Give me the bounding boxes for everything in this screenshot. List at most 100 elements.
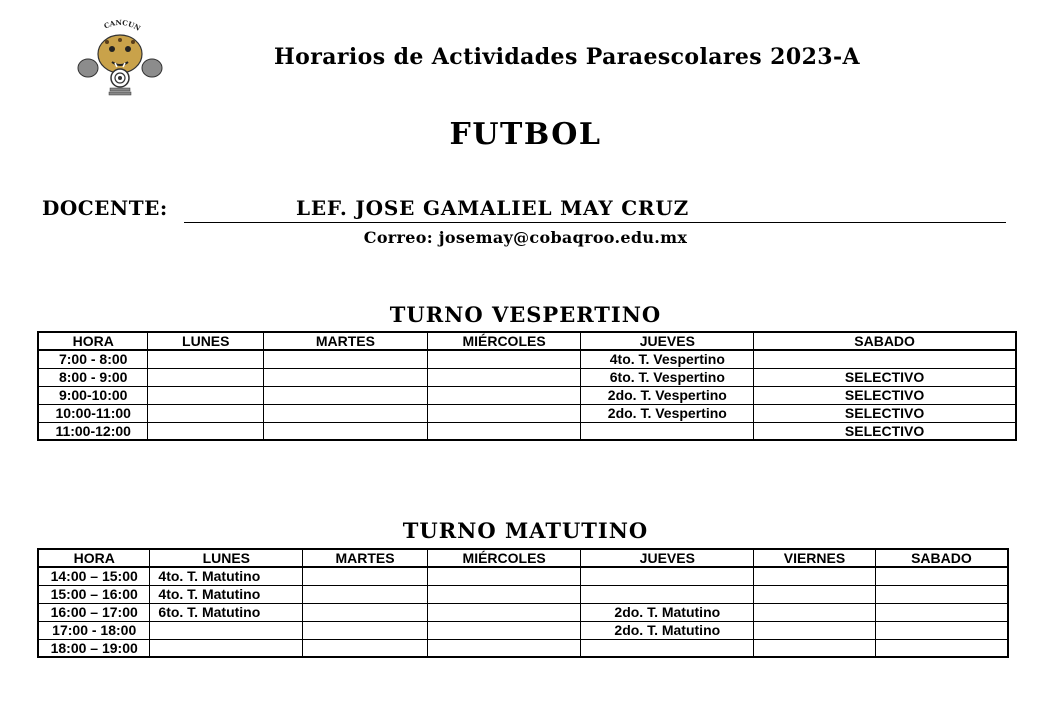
time-cell: 9:00-10:00: [37, 385, 149, 405]
schedule-cell: [263, 421, 428, 441]
column-header: MIÉRCOLES: [426, 548, 582, 568]
schedule-cell: [147, 421, 265, 441]
time-cell: 17:00 - 18:00: [37, 620, 151, 640]
schedule-cell: [426, 584, 582, 604]
schedule-cell: SELECTIVO: [753, 421, 1017, 441]
schedule-cell: 2do. T. Vespertino: [580, 385, 755, 405]
time-cell: 14:00 – 15:00: [37, 566, 151, 586]
teacher-name: LEF. JOSE GAMALIEL MAY CRUZ: [296, 196, 689, 220]
schedule-cell: [753, 602, 876, 622]
column-header: SABADO: [753, 331, 1017, 351]
schedule-cell: [753, 584, 876, 604]
column-header: HORA: [37, 331, 149, 351]
table-row: 17:00 - 18:00 2do. T. Matutino: [37, 620, 1009, 640]
table-header-row: HORA LUNES MARTES MIÉRCOLES JUEVES VIERN…: [37, 548, 1009, 568]
schedule-cell: [874, 566, 1009, 586]
schedule-cell: [874, 584, 1009, 604]
schedule-cell: 6to. T. Matutino: [149, 602, 304, 622]
schedule-cell: 4to. T. Vespertino: [580, 349, 755, 369]
column-header: MARTES: [263, 331, 428, 351]
matutino-title: TURNO MATUTINO: [402, 518, 649, 543]
schedule-cell: SELECTIVO: [753, 403, 1017, 423]
matutino-schedule-table: HORA LUNES MARTES MIÉRCOLES JUEVES VIERN…: [37, 548, 1009, 658]
time-cell: 7:00 - 8:00: [37, 349, 149, 369]
schedule-cell: [147, 367, 265, 387]
schedule-cell: [147, 385, 265, 405]
time-cell: 16:00 – 17:00: [37, 602, 151, 622]
time-cell: 11:00-12:00: [37, 421, 149, 441]
schedule-cell: [263, 349, 428, 369]
table-row: 14:00 – 15:00 4to. T. Matutino: [37, 566, 1009, 586]
column-header: MIÉRCOLES: [426, 331, 582, 351]
schedule-cell: 2do. T. Matutino: [580, 602, 755, 622]
schedule-cell: [149, 620, 304, 640]
schedule-cell: [426, 638, 582, 658]
schedule-cell: [302, 620, 428, 640]
schedule-cell: 4to. T. Matutino: [149, 584, 304, 604]
schedule-cell: [580, 584, 755, 604]
schedule-cell: [580, 566, 755, 586]
activity-title: FUTBOL: [449, 117, 602, 152]
teacher-email: Correo: josemay@cobaqroo.edu.mx: [363, 228, 688, 247]
schedule-cell: [753, 349, 1017, 369]
schedule-cell: [874, 620, 1009, 640]
schedule-cell: [753, 638, 876, 658]
schedule-cell: [426, 566, 582, 586]
schedule-cell: [753, 620, 876, 640]
schedule-cell: 4to. T. Matutino: [149, 566, 304, 586]
column-header: JUEVES: [580, 548, 755, 568]
column-header: LUNES: [147, 331, 265, 351]
schedule-cell: SELECTIVO: [753, 385, 1017, 405]
schedule-cell: 2do. T. Vespertino: [580, 403, 755, 423]
column-header: VIERNES: [753, 548, 876, 568]
column-header: MARTES: [302, 548, 428, 568]
table-row: 9:00-10:00 2do. T. Vespertino SELECTIVO: [37, 385, 1017, 405]
table-row: 18:00 – 19:00: [37, 638, 1009, 658]
schedule-cell: [426, 349, 582, 369]
schedule-cell: [263, 403, 428, 423]
schedule-cell: [147, 349, 265, 369]
table-row: 11:00-12:00 SELECTIVO: [37, 421, 1017, 441]
schedule-cell: [426, 367, 582, 387]
schedule-cell: [426, 403, 582, 423]
schedule-cell: [426, 602, 582, 622]
column-header: JUEVES: [580, 331, 755, 351]
school-logo: CANCUN DOS: [71, 11, 166, 98]
schedule-cell: 2do. T. Matutino: [580, 620, 755, 640]
logo-caption: CANCUN DOS: [71, 11, 145, 34]
schedule-cell: SELECTIVO: [753, 367, 1017, 387]
schedule-cell: [753, 566, 876, 586]
schedule-cell: [302, 566, 428, 586]
schedule-cell: [426, 421, 582, 441]
jaguar-emblem-icon: CANCUN DOS: [71, 11, 163, 96]
schedule-cell: [263, 367, 428, 387]
schedule-cell: [580, 421, 755, 441]
teacher-underline: [184, 222, 1006, 223]
page-title: Horarios de Actividades Paraescolares 20…: [274, 44, 860, 70]
schedule-cell: [426, 620, 582, 640]
schedule-cell: [426, 385, 582, 405]
table-row: 10:00-11:00 2do. T. Vespertino SELECTIVO: [37, 403, 1017, 423]
teacher-label: DOCENTE:: [42, 196, 168, 220]
column-header: HORA: [37, 548, 151, 568]
schedule-cell: 6to. T. Vespertino: [580, 367, 755, 387]
vespertino-schedule-table: HORA LUNES MARTES MIÉRCOLES JUEVES SABAD…: [37, 331, 1017, 441]
table-row: 8:00 - 9:00 6to. T. Vespertino SELECTIVO: [37, 367, 1017, 387]
time-cell: 18:00 – 19:00: [37, 638, 151, 658]
schedule-cell: [874, 638, 1009, 658]
schedule-cell: [874, 602, 1009, 622]
table-header-row: HORA LUNES MARTES MIÉRCOLES JUEVES SABAD…: [37, 331, 1017, 351]
schedule-cell: [302, 602, 428, 622]
schedule-cell: [302, 584, 428, 604]
time-cell: 10:00-11:00: [37, 403, 149, 423]
svg-text:CANCUN DOS: CANCUN DOS: [74, 18, 145, 34]
schedule-cell: [147, 403, 265, 423]
time-cell: 8:00 - 9:00: [37, 367, 149, 387]
schedule-cell: [302, 638, 428, 658]
schedule-cell: [149, 638, 304, 658]
time-cell: 15:00 – 16:00: [37, 584, 151, 604]
schedule-cell: [263, 385, 428, 405]
column-header: SABADO: [874, 548, 1009, 568]
table-row: 7:00 - 8:00 4to. T. Vespertino: [37, 349, 1017, 369]
vespertino-title: TURNO VESPERTINO: [389, 302, 662, 327]
